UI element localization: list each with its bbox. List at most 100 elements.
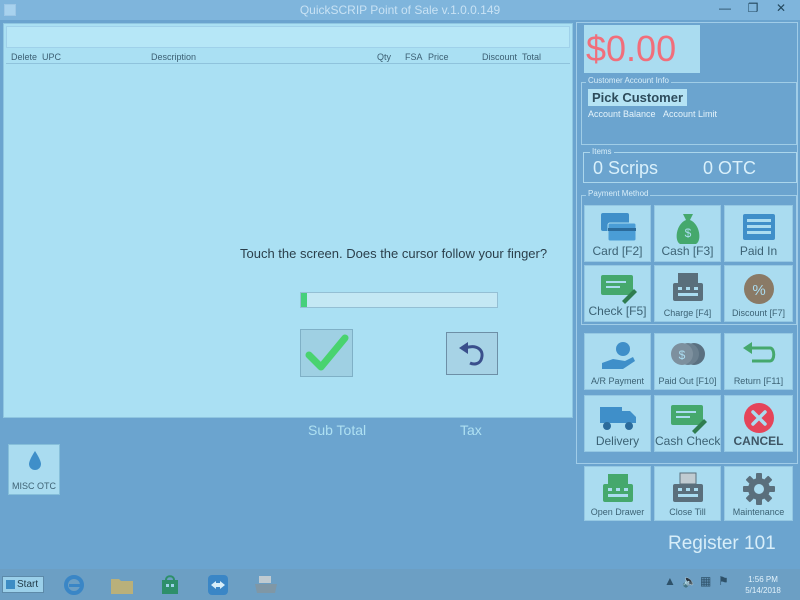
svg-text:$: $ xyxy=(684,226,691,240)
pos-register-icon xyxy=(255,575,277,593)
maintenance-label: Maintenance xyxy=(732,507,785,517)
total-amount: $0.00 xyxy=(584,25,700,73)
check-button[interactable]: Check [F5] xyxy=(584,265,651,322)
coins-icon: $ xyxy=(670,343,705,365)
cancel-button[interactable]: CANCEL xyxy=(724,395,793,452)
title-bar: QuickSCRIP Point of Sale v.1.0.0.149 — ❐… xyxy=(0,0,800,20)
cash-register-icon xyxy=(602,474,633,502)
column-qty: Qty xyxy=(377,52,392,62)
cash-check-button[interactable]: Cash Check xyxy=(654,395,721,452)
svg-text:%: % xyxy=(752,282,765,299)
cancel-x-icon xyxy=(743,403,774,433)
header-divider xyxy=(6,63,570,64)
column-upc: UPC xyxy=(42,52,62,62)
close-button[interactable]: ✕ xyxy=(768,0,794,18)
calibration-progress-fill xyxy=(301,293,307,307)
action-center-icon[interactable]: ⚑ xyxy=(718,574,729,588)
water-drop-icon xyxy=(29,451,41,470)
window-title: QuickSCRIP Point of Sale v.1.0.0.149 xyxy=(299,3,501,17)
subtotal-label: Sub Total xyxy=(308,422,367,438)
money-bag-icon: $ xyxy=(676,214,699,244)
charge-register-icon xyxy=(672,273,703,301)
account-balance-label: Account Balance xyxy=(588,109,656,119)
scan-input[interactable] xyxy=(6,26,570,48)
discount-label: Discount [F7] xyxy=(731,308,786,318)
scrips-count: 0 Scrips xyxy=(593,158,659,178)
minimize-button[interactable]: — xyxy=(712,0,738,18)
misc-otc-button[interactable]: MISC OTC xyxy=(8,444,60,495)
misc-otc-label: MISC OTC xyxy=(12,481,56,491)
paid-out-label: Paid Out [F10] xyxy=(658,376,717,386)
paid-out-button[interactable]: $ Paid Out [F10] xyxy=(654,333,721,390)
teamviewer-icon xyxy=(208,574,228,595)
open-drawer-button[interactable]: Open Drawer xyxy=(584,466,651,521)
paid-in-button[interactable]: Paid In xyxy=(724,205,793,262)
start-label: Start xyxy=(17,579,39,590)
ar-payment-label: A/R Payment xyxy=(590,376,645,386)
charge-label: Charge [F4] xyxy=(663,308,712,318)
customer-account-title: Customer Account Info xyxy=(586,76,671,85)
folder-icon xyxy=(111,578,133,594)
start-button[interactable]: Start xyxy=(2,576,44,593)
close-till-label: Close Till xyxy=(669,507,706,517)
delivery-truck-icon xyxy=(599,407,636,430)
restore-button[interactable]: ❐ xyxy=(740,0,766,18)
delivery-label: Delivery xyxy=(595,434,640,448)
discount-badge-icon: % xyxy=(743,274,774,304)
column-fsa: FSA xyxy=(405,52,423,62)
show-hidden-icons-icon[interactable]: ▲ xyxy=(664,574,676,588)
calibration-prompt: Touch the screen. Does the cursor follow… xyxy=(240,246,548,261)
check-icon xyxy=(600,275,637,304)
network-icon[interactable]: ▦ xyxy=(700,574,711,588)
account-limit-label: Account Limit xyxy=(663,109,718,119)
card-button[interactable]: Card [F2] xyxy=(584,205,651,262)
clock-date: 5/14/2018 xyxy=(745,586,781,595)
store-bag-icon xyxy=(162,574,178,594)
tax-label: Tax xyxy=(460,422,482,438)
clock-time: 1:56 PM xyxy=(748,575,778,584)
column-price: Price xyxy=(428,52,449,62)
return-label: Return [F11] xyxy=(733,376,784,386)
calibration-progress xyxy=(300,292,498,308)
ar-payment-button[interactable]: A/R Payment xyxy=(584,333,651,390)
volume-icon[interactable]: 🔈 xyxy=(682,574,697,588)
till-register-icon xyxy=(672,472,703,502)
cash-button[interactable]: $ Cash [F3] xyxy=(654,205,721,262)
return-arrow-icon xyxy=(742,342,775,363)
return-button[interactable]: Return [F11] xyxy=(724,333,793,390)
card-label: Card [F2] xyxy=(592,244,643,258)
undo-calibration-button[interactable] xyxy=(446,332,498,375)
taskbar: Start ▲ 🔈 ▦ ⚑ xyxy=(0,569,800,600)
column-description: Description xyxy=(151,52,197,62)
delivery-button[interactable]: Delivery xyxy=(584,395,651,452)
undo-arrow-icon xyxy=(459,341,484,365)
column-discount: Discount xyxy=(482,52,518,62)
pick-customer-button[interactable]: Pick Customer xyxy=(588,89,688,106)
system-clock[interactable]: 1:56 PM 5/14/2018 xyxy=(738,574,788,596)
paid-in-label: Paid In xyxy=(739,244,778,258)
teamviewer-taskbar-button[interactable] xyxy=(196,571,240,598)
checkmark-icon xyxy=(305,334,348,371)
close-till-button[interactable]: Close Till xyxy=(654,466,721,521)
hand-coin-icon xyxy=(601,342,635,369)
maintenance-button[interactable]: Maintenance xyxy=(724,466,793,521)
credit-card-icon xyxy=(600,213,636,242)
open-drawer-label: Open Drawer xyxy=(590,507,645,517)
pos-app-taskbar-button[interactable] xyxy=(244,571,288,598)
cash-check-label: Cash Check xyxy=(655,434,721,448)
charge-button[interactable]: Charge [F4] xyxy=(654,265,721,322)
register-number: Register 101 xyxy=(668,533,776,554)
register-list-icon xyxy=(742,214,775,240)
internet-explorer-taskbar-button[interactable] xyxy=(52,571,96,598)
items-title: Items xyxy=(590,147,614,156)
otc-count: 0 OTC xyxy=(703,158,757,178)
gear-icon xyxy=(742,473,775,505)
store-taskbar-button[interactable] xyxy=(148,571,192,598)
file-explorer-taskbar-button[interactable] xyxy=(100,571,144,598)
confirm-calibration-button[interactable] xyxy=(300,329,353,377)
svg-text:$: $ xyxy=(678,348,685,362)
cash-label: Cash [F3] xyxy=(661,244,714,258)
discount-button[interactable]: % Discount [F7] xyxy=(724,265,793,322)
internet-explorer-icon xyxy=(64,574,84,595)
check-label: Check [F5] xyxy=(588,304,647,318)
